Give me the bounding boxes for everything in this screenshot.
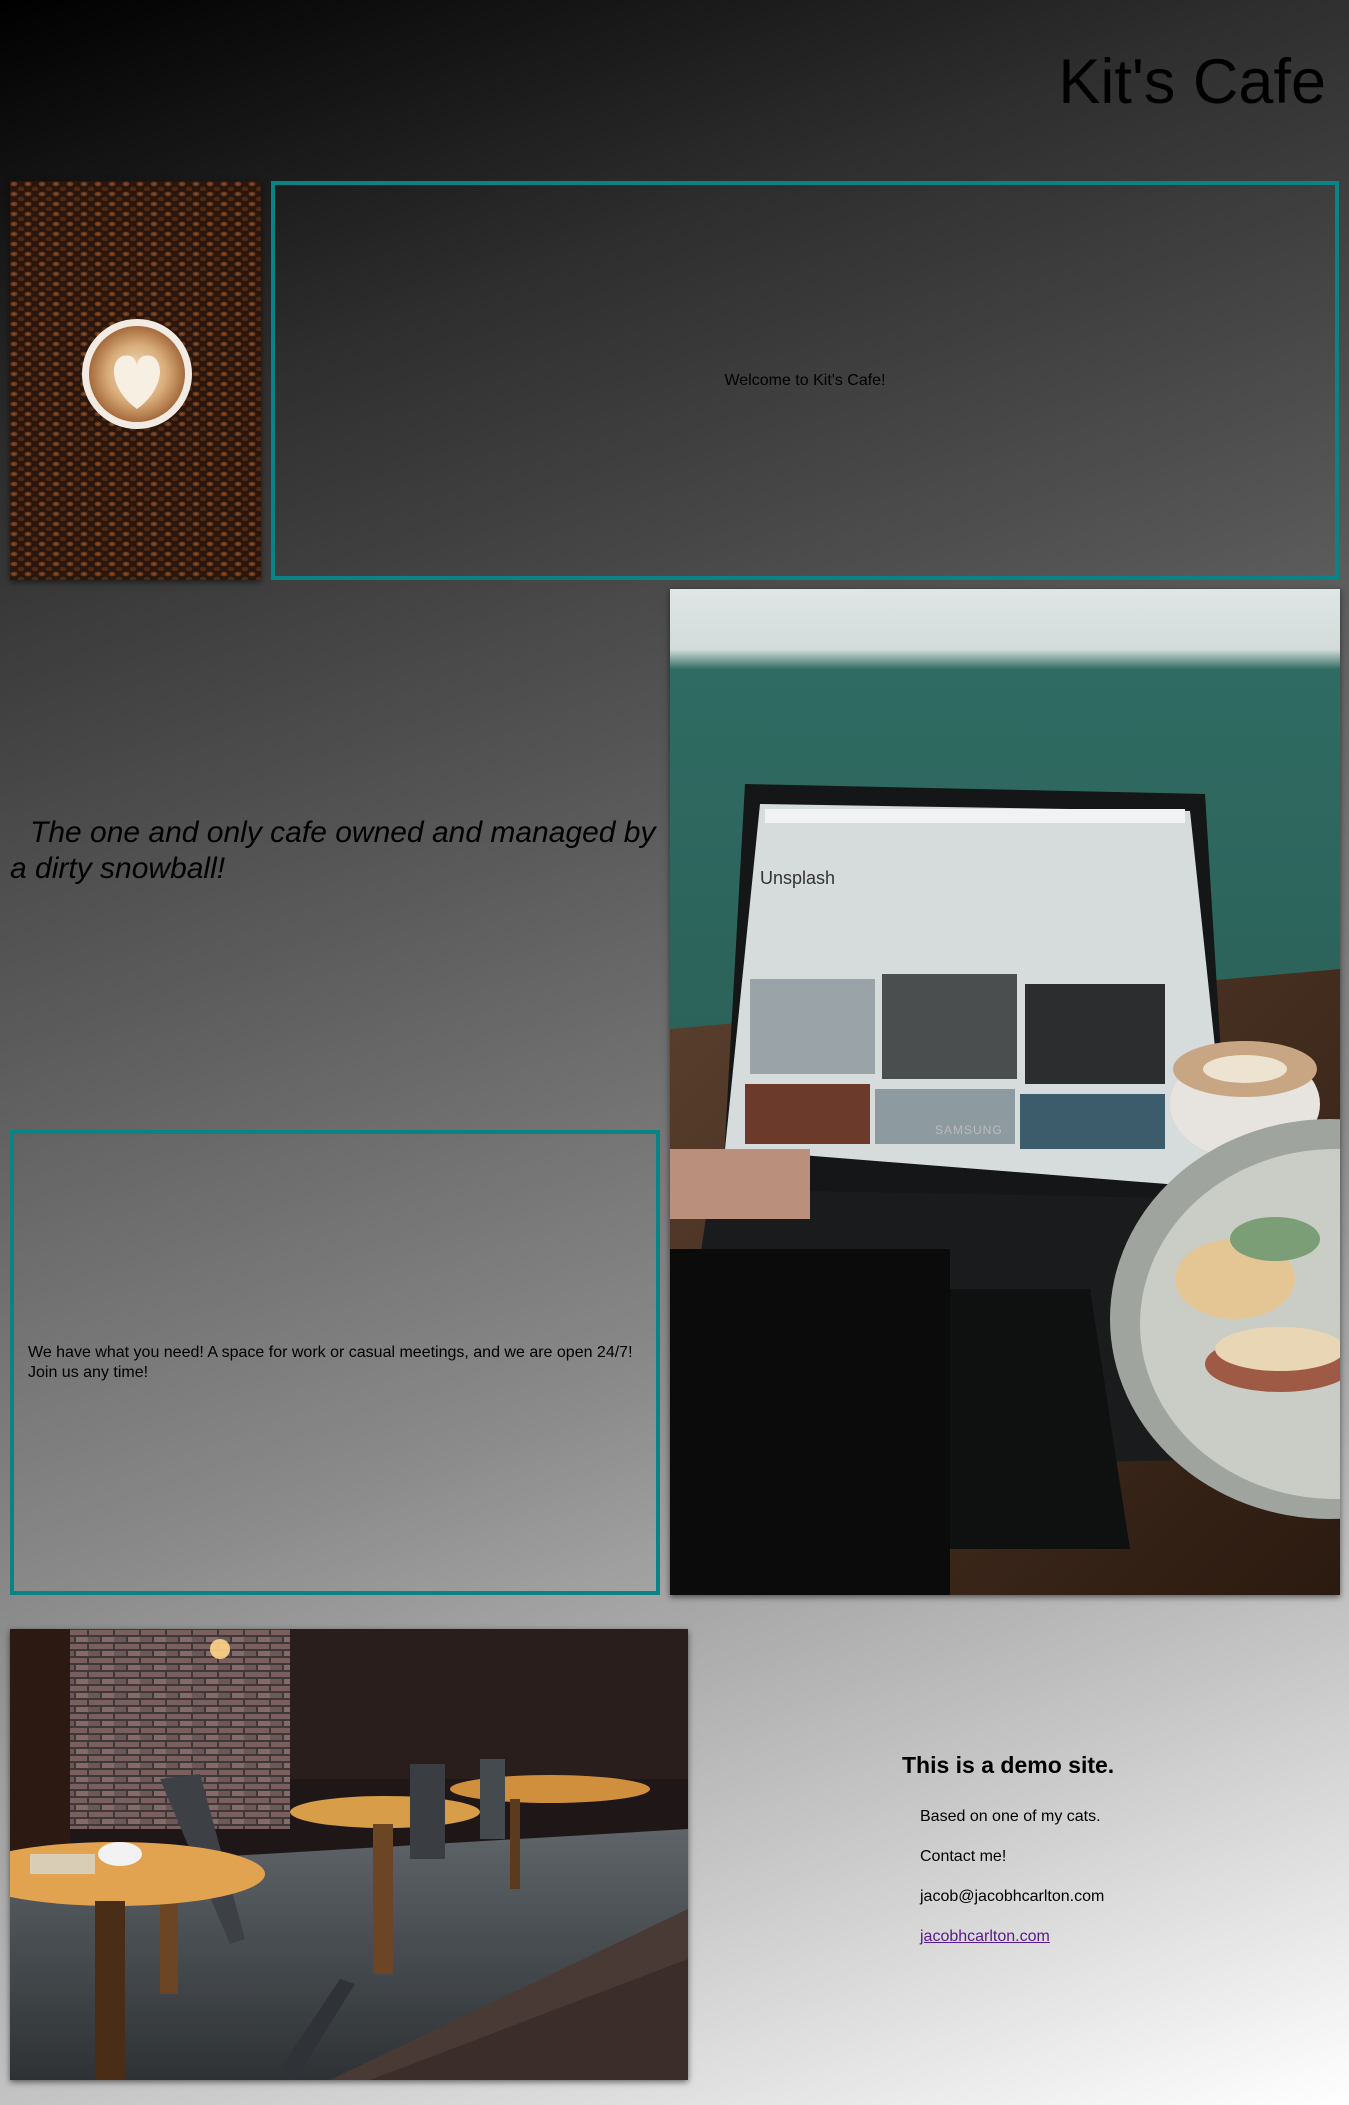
site-title: Kit's Cafe (1058, 47, 1326, 117)
welcome-box: Welcome to Kit's Cafe! (271, 181, 1339, 580)
demo-notice-heading: This is a demo site. (902, 1752, 1115, 1778)
website-link[interactable]: jacobhcarlton.com (920, 1928, 1050, 1945)
footer-note: Based on one of my cats. (920, 1808, 1101, 1825)
laptop-screen-site-name: Unsplash (760, 868, 835, 888)
services-box: We have what you need! A space for work … (10, 1130, 660, 1595)
cafe-interior-image (10, 1629, 688, 2080)
footer-info: This is a demo site. Based on one of my … (902, 1752, 1114, 1967)
tagline: The one and only cafe owned and managed … (10, 816, 656, 885)
laptop-brand-label: SAMSUNG (935, 1123, 1003, 1137)
contact-email: jacob@jacobhcarlton.com (920, 1888, 1105, 1905)
welcome-text: Welcome to Kit's Cafe! (724, 371, 886, 389)
latte-coffee-beans-image (10, 181, 261, 580)
contact-label: Contact me! (920, 1848, 1007, 1865)
laptop-cafe-image: Unsplash SAMSUNG (670, 589, 1340, 1595)
services-text: We have what you need! A space for work … (28, 1343, 633, 1381)
